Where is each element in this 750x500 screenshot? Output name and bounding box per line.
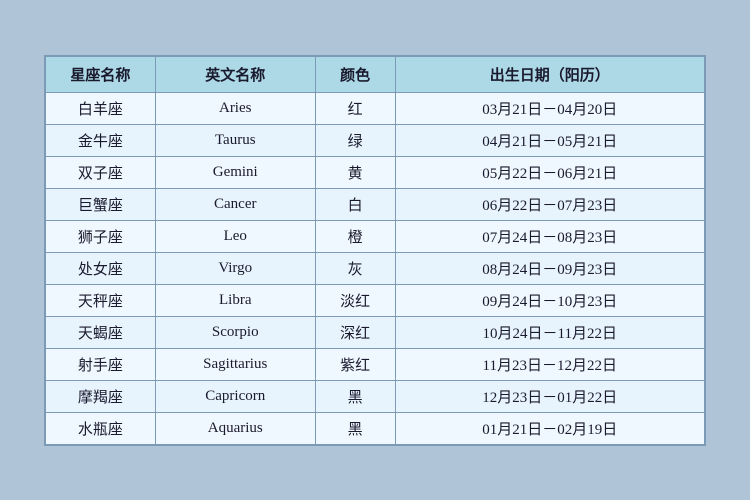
cell-chinese: 金牛座	[46, 124, 156, 156]
cell-english: Aries	[155, 92, 315, 124]
cell-chinese: 摩羯座	[46, 380, 156, 412]
cell-date: 03月21日－04月20日	[395, 92, 704, 124]
cell-date: 06月22日－07月23日	[395, 188, 704, 220]
table-row: 处女座Virgo灰08月24日－09月23日	[46, 252, 705, 284]
cell-chinese: 天秤座	[46, 284, 156, 316]
table-header-row: 星座名称 英文名称 颜色 出生日期（阳历）	[46, 56, 705, 92]
table-row: 金牛座Taurus绿04月21日－05月21日	[46, 124, 705, 156]
cell-chinese: 双子座	[46, 156, 156, 188]
cell-date: 12月23日－01月22日	[395, 380, 704, 412]
table-row: 天蝎座Scorpio深红10月24日－11月22日	[46, 316, 705, 348]
cell-chinese: 处女座	[46, 252, 156, 284]
zodiac-table: 星座名称 英文名称 颜色 出生日期（阳历） 白羊座Aries红03月21日－04…	[45, 56, 705, 445]
cell-english: Libra	[155, 284, 315, 316]
cell-date: 04月21日－05月21日	[395, 124, 704, 156]
cell-english: Leo	[155, 220, 315, 252]
cell-date: 07月24日－08月23日	[395, 220, 704, 252]
cell-english: Taurus	[155, 124, 315, 156]
cell-color: 白	[315, 188, 395, 220]
cell-color: 绿	[315, 124, 395, 156]
cell-date: 11月23日－12月22日	[395, 348, 704, 380]
header-english: 英文名称	[155, 56, 315, 92]
cell-color: 深红	[315, 316, 395, 348]
cell-color: 紫红	[315, 348, 395, 380]
cell-color: 黑	[315, 380, 395, 412]
cell-chinese: 白羊座	[46, 92, 156, 124]
table-row: 狮子座Leo橙07月24日－08月23日	[46, 220, 705, 252]
cell-english: Gemini	[155, 156, 315, 188]
table-row: 双子座Gemini黄05月22日－06月21日	[46, 156, 705, 188]
cell-english: Sagittarius	[155, 348, 315, 380]
table-row: 巨蟹座Cancer白06月22日－07月23日	[46, 188, 705, 220]
cell-date: 09月24日－10月23日	[395, 284, 704, 316]
table-row: 水瓶座Aquarius黑01月21日－02月19日	[46, 412, 705, 444]
cell-color: 红	[315, 92, 395, 124]
table-body: 白羊座Aries红03月21日－04月20日金牛座Taurus绿04月21日－0…	[46, 92, 705, 444]
cell-chinese: 射手座	[46, 348, 156, 380]
table-row: 天秤座Libra淡红09月24日－10月23日	[46, 284, 705, 316]
cell-color: 橙	[315, 220, 395, 252]
cell-english: Scorpio	[155, 316, 315, 348]
cell-color: 黄	[315, 156, 395, 188]
cell-color: 黑	[315, 412, 395, 444]
table-row: 白羊座Aries红03月21日－04月20日	[46, 92, 705, 124]
cell-chinese: 水瓶座	[46, 412, 156, 444]
table-row: 摩羯座Capricorn黑12月23日－01月22日	[46, 380, 705, 412]
cell-english: Aquarius	[155, 412, 315, 444]
table-row: 射手座Sagittarius紫红11月23日－12月22日	[46, 348, 705, 380]
cell-color: 灰	[315, 252, 395, 284]
cell-chinese: 天蝎座	[46, 316, 156, 348]
cell-color: 淡红	[315, 284, 395, 316]
cell-english: Virgo	[155, 252, 315, 284]
zodiac-table-container: 星座名称 英文名称 颜色 出生日期（阳历） 白羊座Aries红03月21日－04…	[44, 55, 706, 446]
cell-chinese: 巨蟹座	[46, 188, 156, 220]
cell-date: 01月21日－02月19日	[395, 412, 704, 444]
header-date: 出生日期（阳历）	[395, 56, 704, 92]
cell-english: Capricorn	[155, 380, 315, 412]
cell-chinese: 狮子座	[46, 220, 156, 252]
cell-date: 05月22日－06月21日	[395, 156, 704, 188]
cell-date: 10月24日－11月22日	[395, 316, 704, 348]
cell-date: 08月24日－09月23日	[395, 252, 704, 284]
cell-english: Cancer	[155, 188, 315, 220]
header-chinese: 星座名称	[46, 56, 156, 92]
header-color: 颜色	[315, 56, 395, 92]
